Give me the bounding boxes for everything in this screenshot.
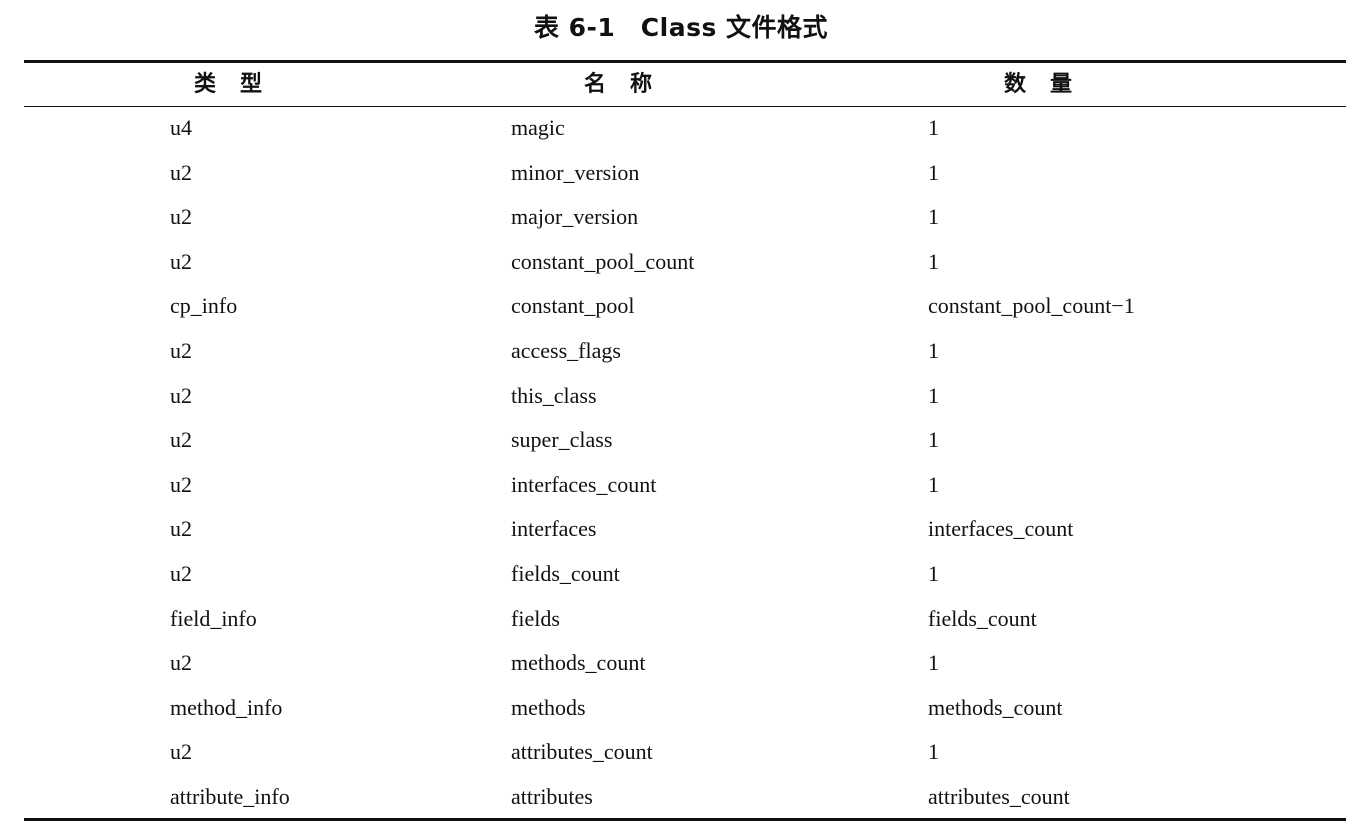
cell-name: interfaces — [511, 516, 597, 542]
table-row: method_info methods methods_count — [0, 686, 1362, 731]
cell-name: constant_pool — [511, 293, 635, 319]
cell-type: u2 — [170, 516, 192, 542]
cell-count: constant_pool_count−1 — [928, 293, 1135, 319]
cell-count: 1 — [928, 337, 939, 363]
cell-count: fields_count — [928, 605, 1037, 631]
cell-count: interfaces_count — [928, 516, 1074, 542]
cell-name: methods_count — [511, 650, 646, 676]
cell-name: this_class — [511, 382, 597, 408]
table-row: u4 magic 1 — [0, 106, 1362, 151]
table-row: u2 fields_count 1 — [0, 552, 1362, 597]
bottom-rule — [24, 818, 1346, 821]
cell-type: u2 — [170, 739, 192, 765]
cell-type: u2 — [170, 471, 192, 497]
cell-type: u2 — [170, 382, 192, 408]
cell-count: 1 — [928, 560, 939, 586]
cell-name: super_class — [511, 427, 613, 453]
table-row: cp_info constant_pool constant_pool_coun… — [0, 284, 1362, 329]
cell-name: constant_pool_count — [511, 248, 695, 274]
cell-type: cp_info — [170, 293, 238, 319]
cell-count: 1 — [928, 159, 939, 185]
table-row: u2 major_version 1 — [0, 195, 1362, 240]
table-row: field_info fields fields_count — [0, 597, 1362, 642]
cell-type: u2 — [170, 159, 192, 185]
cell-type: method_info — [170, 694, 283, 720]
table-row: u2 this_class 1 — [0, 374, 1362, 419]
cell-name: magic — [511, 115, 565, 140]
table-row: u2 methods_count 1 — [0, 641, 1362, 686]
cell-count: 1 — [928, 427, 939, 453]
cell-count: 1 — [928, 115, 939, 140]
table-body: u4 magic 1 u2 minor_version 1 u2 major_v… — [0, 106, 1362, 820]
cell-name: fields_count — [511, 560, 620, 586]
cell-type: u2 — [170, 650, 192, 676]
table-row: u2 constant_pool_count 1 — [0, 240, 1362, 285]
cell-type: field_info — [170, 605, 257, 631]
table-row: attribute_info attributes attributes_cou… — [0, 775, 1362, 820]
cell-name: attributes — [511, 783, 593, 809]
cell-name: major_version — [511, 204, 639, 230]
table-header: 类型 名称 数量 — [0, 63, 1362, 106]
cell-name: attributes_count — [511, 739, 653, 765]
cell-type: u2 — [170, 337, 192, 363]
cell-name: minor_version — [511, 159, 640, 185]
cell-type: u2 — [170, 427, 192, 453]
cell-type: u2 — [170, 560, 192, 586]
cell-type: u4 — [170, 115, 192, 140]
table-row: u2 interfaces interfaces_count — [0, 507, 1362, 552]
cell-name: access_flags — [511, 337, 621, 363]
cell-type: u2 — [170, 204, 192, 230]
cell-name: interfaces_count — [511, 471, 657, 497]
cell-name: fields — [511, 605, 560, 631]
cell-type: attribute_info — [170, 783, 290, 809]
header-type: 类型 — [193, 72, 286, 97]
cell-count: attributes_count — [928, 783, 1070, 809]
table-row: u2 attributes_count 1 — [0, 730, 1362, 775]
cell-count: 1 — [928, 248, 939, 274]
cell-type: u2 — [170, 248, 192, 274]
header-count: 数量 — [1003, 72, 1096, 97]
table-row: u2 super_class 1 — [0, 418, 1362, 463]
header-name: 名称 — [583, 72, 676, 97]
cell-count: methods_count — [928, 694, 1063, 720]
cell-count: 1 — [928, 382, 939, 408]
table-row: u2 interfaces_count 1 — [0, 463, 1362, 508]
cell-count: 1 — [928, 739, 939, 765]
cell-name: methods — [511, 694, 586, 720]
cell-count: 1 — [928, 204, 939, 230]
table-row: u2 access_flags 1 — [0, 329, 1362, 374]
table-caption: 表 6-1 Class 文件格式 — [533, 13, 829, 42]
cell-count: 1 — [928, 650, 939, 676]
table-row: u2 minor_version 1 — [0, 151, 1362, 196]
cell-count: 1 — [928, 471, 939, 497]
